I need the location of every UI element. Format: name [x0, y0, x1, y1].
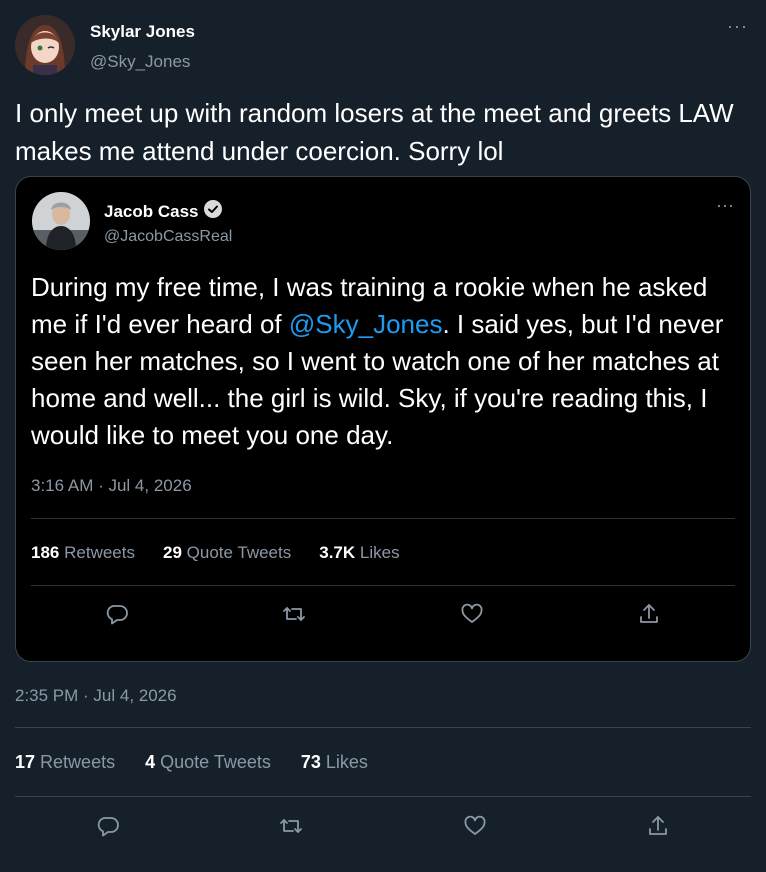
divider: [15, 796, 751, 797]
quoted-quotes-count: 29: [162, 543, 182, 562]
likes-stat[interactable]: 73 Likes: [301, 752, 368, 773]
quotes-count: 4: [145, 752, 156, 772]
quoted-author-name-text: Jacob Cass: [104, 201, 199, 221]
verified-icon: [203, 199, 223, 224]
quoted-author-handle[interactable]: @JacobCassReal: [104, 228, 232, 246]
action-bar: [95, 813, 671, 839]
retweet-icon[interactable]: [278, 813, 304, 839]
quoted-retweets-stat[interactable]: 186 Retweets: [31, 543, 135, 563]
quoted-quotes-label: Quote Tweets: [186, 543, 292, 562]
quotes-stat[interactable]: 4 Quote Tweets: [145, 752, 271, 773]
quoted-author-avatar[interactable]: [32, 192, 90, 250]
author-name[interactable]: Skylar Jones: [90, 22, 195, 42]
quoted-stats: 186 Retweets 29 Quote Tweets 3.7K Likes: [31, 543, 400, 563]
quoted-author-name[interactable]: Jacob Cass: [104, 199, 223, 224]
tweet-stats: 17 Retweets 4 Quote Tweets 73 Likes: [15, 752, 368, 773]
divider: [15, 727, 751, 728]
likes-count: 73: [300, 752, 321, 772]
tweet-text: I only meet up with random losers at the…: [15, 98, 734, 166]
reply-icon[interactable]: [95, 813, 121, 839]
like-icon[interactable]: [462, 813, 488, 839]
quoted-action-bar: [104, 601, 662, 627]
quoted-quotes-stat[interactable]: 29 Quote Tweets: [163, 543, 291, 563]
author-avatar[interactable]: [15, 15, 75, 75]
retweets-label: Retweets: [40, 752, 116, 772]
reply-icon[interactable]: [104, 601, 130, 627]
quoted-more-icon[interactable]: ···: [716, 195, 734, 216]
quoted-text: During my free time, I was training a ro…: [31, 269, 741, 454]
retweets-count: 17: [15, 752, 36, 772]
share-icon[interactable]: [645, 813, 671, 839]
quoted-likes-stat[interactable]: 3.7K Likes: [319, 543, 399, 563]
divider: [31, 518, 735, 519]
retweet-icon[interactable]: [281, 601, 307, 627]
quotes-label: Quote Tweets: [160, 752, 271, 772]
divider: [31, 585, 735, 586]
more-icon[interactable]: ···: [727, 16, 748, 37]
quoted-retweets-label: Retweets: [64, 543, 135, 562]
share-icon[interactable]: [636, 601, 662, 627]
mention-link[interactable]: @Sky_Jones: [289, 309, 443, 339]
retweets-stat[interactable]: 17 Retweets: [15, 752, 115, 773]
quoted-retweets-count: 186: [31, 543, 60, 562]
quoted-likes-label: Likes: [359, 543, 400, 562]
author-handle[interactable]: @Sky_Jones: [90, 52, 190, 72]
quoted-timestamp[interactable]: 3:16 AM · Jul 4, 2026: [31, 476, 192, 496]
like-icon[interactable]: [459, 601, 485, 627]
quoted-likes-count: 3.7K: [319, 543, 356, 562]
likes-label: Likes: [325, 752, 368, 772]
tweet-timestamp[interactable]: 2:35 PM · Jul 4, 2026: [15, 686, 177, 706]
quoted-tweet[interactable]: Jacob Cass @JacobCassReal ··· During my …: [15, 176, 751, 662]
